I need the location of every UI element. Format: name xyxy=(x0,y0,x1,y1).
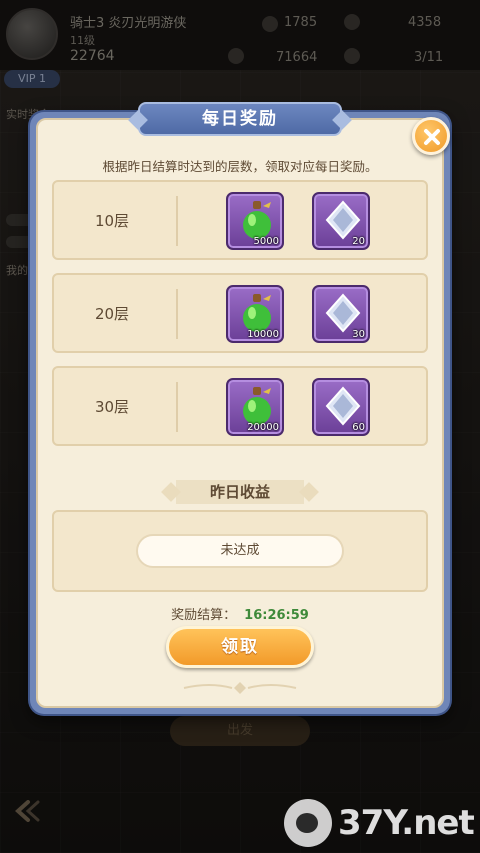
reward-item-crystal[interactable]: 20 xyxy=(312,192,370,250)
reward-item-potion[interactable]: 10000 xyxy=(226,285,284,343)
reward-quantity: 5000 xyxy=(253,236,279,247)
reward-quantity: 20000 xyxy=(247,422,279,433)
close-icon xyxy=(424,129,440,145)
watermark-text: 37Y.net xyxy=(338,803,475,843)
reward-item-crystal[interactable]: 30 xyxy=(312,285,370,343)
floor-label: 10层 xyxy=(84,208,140,234)
floor-label: 20层 xyxy=(84,301,140,327)
settle-time: 16:26:59 xyxy=(244,608,309,623)
reward-quantity: 60 xyxy=(352,422,365,433)
reward-quantity: 20 xyxy=(352,236,365,247)
reward-quantity: 10000 xyxy=(247,329,279,340)
divider xyxy=(176,196,178,246)
watermark-logo-icon xyxy=(284,799,332,847)
divider xyxy=(176,289,178,339)
ornament-divider-icon xyxy=(183,682,297,694)
yesterday-status: 未达成 xyxy=(136,534,344,568)
reward-item-crystal[interactable]: 60 xyxy=(312,378,370,436)
site-watermark: 37Y.net xyxy=(284,798,475,848)
yesterday-heading: 昨日收益 xyxy=(170,478,310,506)
divider xyxy=(176,382,178,432)
floor-label: 30层 xyxy=(84,394,140,420)
settle-countdown: 奖励结算： 16:26:59 xyxy=(160,604,320,623)
reward-tier-row: 30层 20000 60 xyxy=(52,366,428,446)
reward-item-potion[interactable]: 5000 xyxy=(226,192,284,250)
settle-label: 奖励结算： xyxy=(171,608,237,623)
reward-tier-row: 10层 5000 20 xyxy=(52,180,428,260)
dialog-title: 每日奖励 xyxy=(138,102,342,136)
instruction-text: 根据昨日结算时达到的层数，领取对应每日奖励。 xyxy=(102,159,378,174)
claim-button[interactable]: 领取 xyxy=(166,626,314,668)
close-button[interactable] xyxy=(412,117,450,155)
reward-item-potion[interactable]: 20000 xyxy=(226,378,284,436)
reward-quantity: 30 xyxy=(352,329,365,340)
reward-tier-row: 20层 10000 30 xyxy=(52,273,428,353)
